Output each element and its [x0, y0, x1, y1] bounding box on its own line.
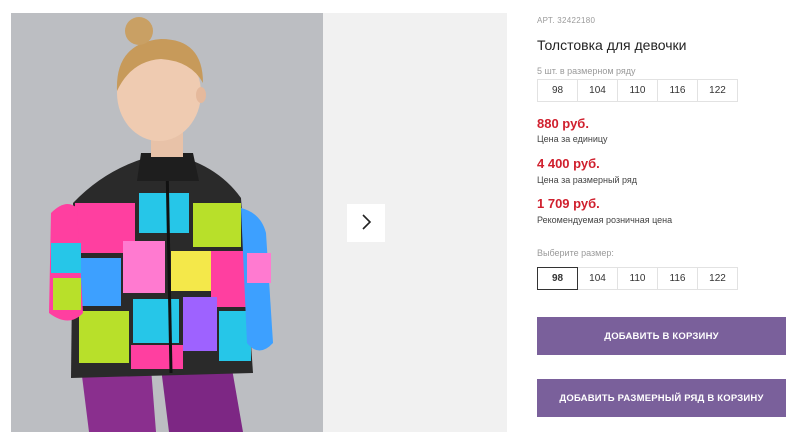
size-option-116[interactable]: 116 — [657, 267, 698, 290]
product-photo — [11, 13, 323, 432]
size-picker: 98 104 110 116 122 — [537, 267, 738, 290]
product-title: Толстовка для девочки — [537, 37, 687, 53]
chevron-right-icon — [360, 213, 372, 233]
retail-price: 1 709 руб. — [537, 196, 600, 211]
size-option-110[interactable]: 110 — [617, 267, 658, 290]
size-option-122[interactable]: 122 — [697, 267, 738, 290]
size-series-cell: 110 — [617, 79, 658, 102]
size-series-label: 5 шт. в размерном ряду — [537, 66, 636, 76]
retail-price-note: Рекомендуемая розничная цена — [537, 215, 673, 225]
series-price: 4 400 руб. — [537, 156, 600, 171]
product-gallery — [11, 13, 507, 432]
size-series-cell: 122 — [697, 79, 738, 102]
size-series-cell: 116 — [657, 79, 698, 102]
size-series-cell: 98 — [537, 79, 578, 102]
size-series-row: 98 104 110 116 122 — [537, 79, 738, 102]
add-to-cart-button[interactable]: ДОБАВИТЬ В КОРЗИНУ — [537, 317, 786, 355]
series-price-note: Цена за размерный ряд — [537, 175, 638, 185]
add-series-to-cart-button[interactable]: ДОБАВИТЬ РАЗМЕРНЫЙ РЯД В КОРЗИНУ — [537, 379, 786, 417]
article-number: АРТ. 32422180 — [537, 16, 596, 25]
size-series-cell: 104 — [577, 79, 618, 102]
size-picker-label: Выберите размер: — [537, 248, 614, 258]
unit-price: 880 руб. — [537, 116, 589, 131]
size-option-104[interactable]: 104 — [577, 267, 618, 290]
unit-price-note: Цена за единицу — [537, 134, 608, 144]
gallery-next-button[interactable] — [347, 204, 385, 242]
size-option-98[interactable]: 98 — [537, 267, 578, 290]
